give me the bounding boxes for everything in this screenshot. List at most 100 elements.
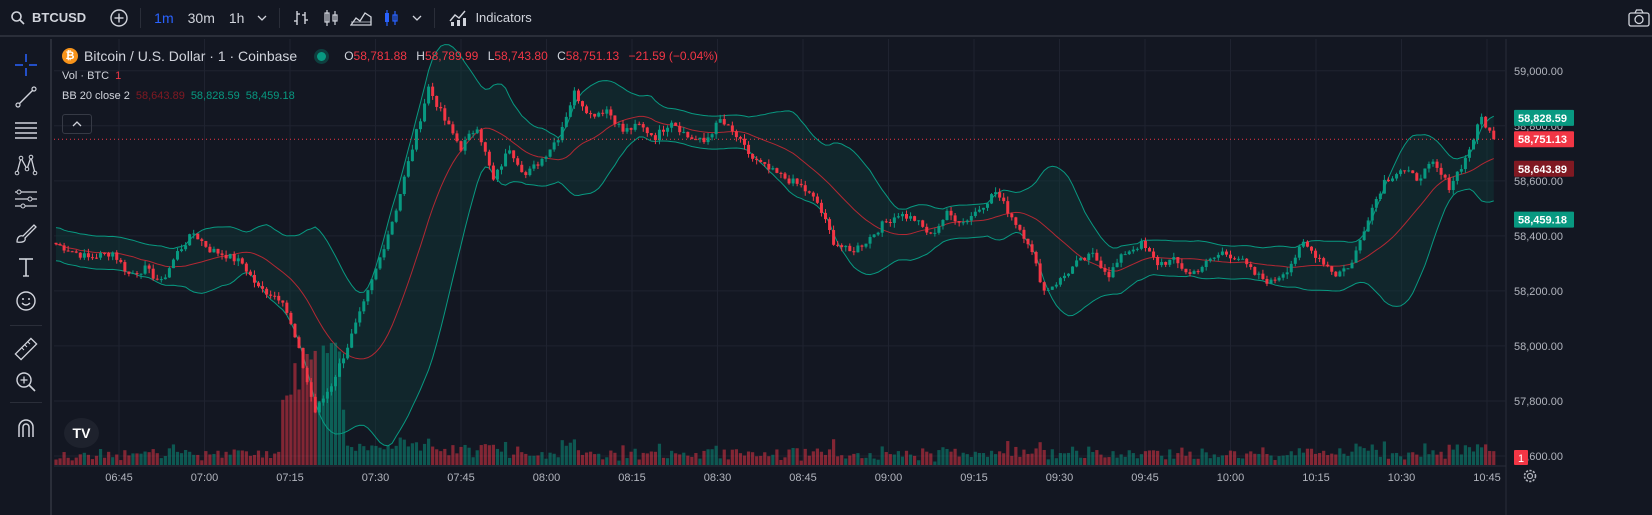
candle-body — [973, 211, 977, 216]
volume-bar — [281, 399, 285, 465]
volume-bar — [143, 451, 147, 465]
projection-tool[interactable] — [10, 183, 42, 215]
candles-chart-type-button[interactable] — [316, 0, 346, 36]
fib-retracement-tool[interactable] — [10, 115, 42, 147]
candle-body — [1301, 241, 1305, 247]
tradingview-logo[interactable]: TV — [64, 418, 99, 448]
chart-settings-button[interactable] — [1522, 468, 1538, 489]
candle-body — [317, 402, 321, 413]
volume-bar — [710, 449, 714, 465]
volume-bar — [131, 453, 135, 465]
pattern-tool[interactable] — [10, 149, 42, 181]
candle-body — [848, 245, 852, 252]
candle-body — [585, 106, 589, 114]
text-tool[interactable] — [10, 251, 42, 283]
price-chart[interactable]: 59,000.0058,800.0058,600.0058,400.0058,2… — [54, 39, 1652, 515]
symbol-search[interactable]: BTCUSD — [0, 0, 86, 36]
volume-bar — [1338, 448, 1342, 465]
candle-body — [556, 140, 560, 143]
volume-bar — [390, 448, 394, 465]
volume-bar — [1488, 450, 1492, 465]
volume-bar — [1378, 456, 1382, 465]
interval-1m[interactable]: 1m — [147, 0, 180, 36]
volume-bar — [702, 450, 706, 465]
measure-tool[interactable] — [10, 333, 42, 365]
volume-bar — [767, 456, 771, 465]
volume-bar — [819, 451, 824, 465]
crosshair-tool[interactable] — [10, 49, 42, 81]
x-tick-label: 09:30 — [1046, 472, 1074, 484]
volume-bar — [787, 449, 791, 465]
brush-tool[interactable] — [10, 217, 42, 249]
bb-label: BB 20 close 2 — [62, 90, 130, 102]
x-tick-label: 08:45 — [789, 472, 817, 484]
volume-bar — [633, 448, 637, 465]
market-status-dot[interactable] — [317, 51, 327, 61]
collapse-legend-button[interactable] — [62, 114, 92, 134]
volume-bar — [1370, 444, 1374, 465]
volume-bar — [1334, 454, 1338, 465]
candle-body — [123, 262, 127, 272]
volume-bar — [1411, 452, 1415, 465]
area-chart-icon — [350, 11, 373, 26]
candle-body — [1208, 258, 1212, 261]
candle-body — [625, 128, 629, 132]
snapshot-button[interactable] — [1628, 9, 1650, 32]
candle-body — [605, 109, 609, 114]
volume-bar — [568, 442, 572, 465]
volume-bar — [54, 459, 58, 465]
candle-body — [232, 253, 236, 262]
chart-type-dropdown[interactable] — [406, 0, 428, 36]
area-chart-type-button[interactable] — [346, 0, 376, 36]
candle-body — [645, 127, 649, 134]
bb-basis-value: 58,643.89 — [135, 90, 185, 102]
compare-symbol-button[interactable] — [104, 0, 134, 36]
volume-legend[interactable]: Vol · BTC 1 — [62, 66, 724, 86]
volume-bar — [1070, 446, 1075, 465]
candle-body — [410, 149, 414, 162]
volume-bar — [74, 457, 78, 465]
candle-body — [803, 185, 807, 192]
volume-bar — [908, 454, 913, 465]
volume-bar — [985, 456, 990, 465]
icons-tool[interactable] — [10, 285, 42, 317]
indicators-button[interactable]: Indicators — [441, 0, 539, 36]
volume-bar — [1253, 453, 1257, 465]
volume-bar — [86, 454, 90, 465]
volume-bar — [402, 439, 406, 465]
volume-bar — [418, 450, 423, 465]
interval-1h[interactable]: 1h — [222, 0, 252, 36]
candle-body — [463, 140, 467, 151]
zoom-in-tool[interactable] — [10, 366, 42, 398]
candle-body — [1273, 279, 1277, 281]
candle-body — [953, 215, 957, 222]
magnet-tool[interactable] — [10, 412, 42, 444]
bollinger-legend[interactable]: BB 20 close 2 58,643.89 58,828.59 58,459… — [62, 86, 724, 106]
volume-bar — [123, 450, 127, 465]
volume-bar — [1014, 446, 1018, 465]
candle-body — [325, 391, 329, 399]
candle-body — [78, 252, 82, 258]
volume-bar — [1326, 455, 1330, 465]
volume-bar — [394, 445, 398, 465]
candle-body — [597, 112, 601, 117]
volume-bar — [1455, 444, 1459, 465]
trend-line-tool[interactable] — [10, 81, 42, 113]
candle-body — [1492, 130, 1496, 140]
volume-bar — [329, 343, 333, 465]
volume-bar — [949, 451, 953, 465]
candle-body — [406, 161, 410, 177]
interval-30m[interactable]: 30m — [181, 0, 222, 36]
volume-bar — [945, 448, 949, 465]
candle-body — [791, 178, 795, 184]
candle-body — [751, 153, 755, 159]
heikin-ashi-chart-type-button[interactable] — [376, 0, 406, 36]
bar-chart-type-button[interactable] — [286, 0, 316, 36]
volume-bar — [880, 446, 884, 465]
candle-body — [937, 226, 941, 233]
volume-bar — [260, 457, 265, 465]
candle-body — [718, 119, 722, 123]
interval-dropdown[interactable] — [251, 0, 273, 36]
candle-body — [382, 249, 386, 258]
symbol-title[interactable]: Bitcoin / U.S. Dollar · 1 · Coinbase — [84, 48, 297, 64]
